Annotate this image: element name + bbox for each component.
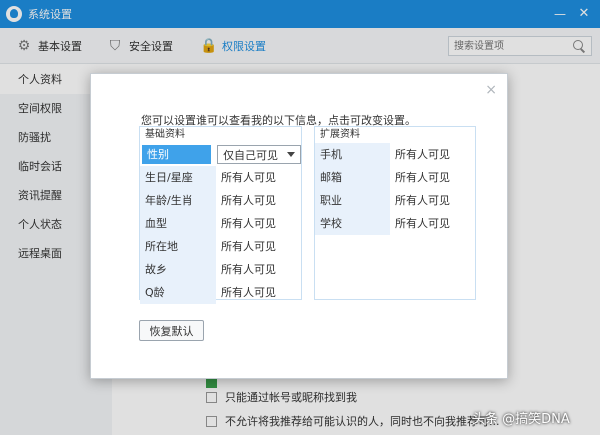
- visibility-value[interactable]: 所有人可见: [216, 235, 301, 258]
- info-key: 职业: [315, 189, 390, 212]
- info-key: 生日/星座: [140, 166, 216, 189]
- info-row[interactable]: 邮箱 所有人可见: [315, 166, 475, 189]
- chevron-down-icon: [287, 152, 295, 157]
- basic-info-panel: 基础资料 性别 仅自己可见 生日/星座 所有人可见 年龄/生肖 所有人可见 血型…: [139, 126, 302, 304]
- info-row[interactable]: 年龄/生肖 所有人可见: [140, 189, 301, 212]
- info-key: 年龄/生肖: [140, 189, 216, 212]
- info-key: 手机: [315, 143, 390, 166]
- info-row[interactable]: 血型 所有人可见: [140, 212, 301, 235]
- info-key: Q龄: [140, 281, 216, 304]
- visibility-value[interactable]: 所有人可见: [390, 143, 475, 166]
- restore-default-button[interactable]: 恢复默认: [139, 320, 204, 341]
- visibility-value: 仅自己可见: [223, 148, 279, 162]
- info-key: 故乡: [140, 258, 216, 281]
- info-key: 邮箱: [315, 166, 390, 189]
- info-row[interactable]: Q龄 所有人可见: [140, 281, 301, 304]
- info-row[interactable]: 生日/星座 所有人可见: [140, 166, 301, 189]
- info-key: 性别: [142, 145, 212, 164]
- panel-header: 基础资料: [140, 127, 301, 143]
- visibility-value[interactable]: 所有人可见: [216, 258, 301, 281]
- info-row[interactable]: 故乡 所有人可见: [140, 258, 301, 281]
- info-row[interactable]: 所在地 所有人可见: [140, 235, 301, 258]
- info-key: 所在地: [140, 235, 216, 258]
- profile-visibility-dialog: × 您可以设置谁可以查看我的以下信息，点击可改变设置。 基础资料 性别 仅自己可…: [90, 73, 508, 379]
- extended-info-panel: 扩展资料 手机 所有人可见 邮箱 所有人可见 职业 所有人可见 学校 所有人可见: [314, 126, 476, 300]
- dialog-close-icon[interactable]: ×: [485, 82, 497, 98]
- visibility-value[interactable]: 所有人可见: [216, 189, 301, 212]
- visibility-select[interactable]: 仅自己可见: [217, 145, 301, 164]
- visibility-value[interactable]: 所有人可见: [216, 166, 301, 189]
- visibility-value[interactable]: 所有人可见: [216, 212, 301, 235]
- watermark: 头条 @搞笑DNA: [472, 412, 570, 427]
- visibility-value[interactable]: 所有人可见: [390, 212, 475, 235]
- info-row[interactable]: 职业 所有人可见: [315, 189, 475, 212]
- info-row[interactable]: 学校 所有人可见: [315, 212, 475, 235]
- info-row[interactable]: 手机 所有人可见: [315, 143, 475, 166]
- info-key: 血型: [140, 212, 216, 235]
- panel-header: 扩展资料: [315, 127, 475, 143]
- info-row-gender[interactable]: 性别 仅自己可见: [140, 143, 301, 166]
- visibility-value[interactable]: 所有人可见: [390, 189, 475, 212]
- visibility-value[interactable]: 所有人可见: [390, 166, 475, 189]
- visibility-value[interactable]: 所有人可见: [216, 281, 301, 304]
- info-key: 学校: [315, 212, 390, 235]
